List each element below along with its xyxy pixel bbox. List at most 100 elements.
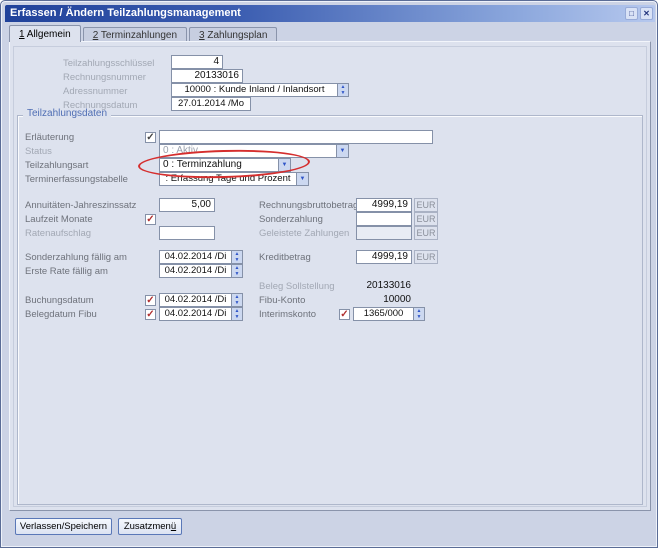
spin-down-icon[interactable]: ▼ (338, 90, 348, 96)
zusatzmenu-button[interactable]: Zusatzmenü (118, 518, 182, 535)
ratenaufschlag-label: Ratenaufschlag (25, 227, 91, 240)
erlaeuterung-value (160, 131, 432, 143)
belegdatum-fibu-date-field[interactable]: 04.02.2014 /Di ▲▼ (159, 307, 243, 321)
tab-allgemein[interactable]: 1 Allgemein (9, 25, 81, 42)
date-spinner[interactable]: ▲▼ (231, 294, 242, 306)
status-select[interactable]: 0 : Aktiv ▼ (159, 144, 349, 158)
verlassen-speichern-button[interactable]: Verlassen/Speichern (15, 518, 112, 535)
dock-icon[interactable]: □ (625, 7, 638, 20)
rechnungsdatum-value: 27.01.2014 /Mo (172, 98, 250, 110)
sonderzahlung-faellig-label: Sonderzahlung fällig am (25, 251, 127, 264)
interimskonto-field[interactable]: 1365/000 ▲▼ (353, 307, 425, 321)
sonderzahlung-label: Sonderzahlung (259, 213, 323, 226)
tab-zahlungsplan[interactable]: 3 Zahlungsplan (189, 27, 277, 42)
zusatzmenu-mnemonic: ü (171, 521, 176, 532)
belegdatum-fibu-checkbox[interactable]: ✓ (145, 309, 156, 320)
interimskonto-value: 1365/000 (354, 308, 413, 320)
status-value: 0 : Aktiv (160, 145, 336, 157)
sonderzahlung-faellig-date-field[interactable]: 04.02.2014 /Di ▲▼ (159, 250, 243, 264)
kreditbetrag-field[interactable]: 4999,19 (356, 250, 412, 264)
kreditbetrag-unit: EUR (414, 250, 438, 264)
tab-zahlungsplan-label: Zahlungsplan (205, 30, 268, 41)
spin-down-icon[interactable]: ▼ (232, 300, 242, 306)
annuitaeten-field[interactable]: 5,00 (159, 198, 215, 212)
rechnungsnummer-label: Rechnungsnummer (63, 71, 146, 84)
sonderzahlung-faellig-value: 04.02.2014 /Di (160, 251, 231, 263)
ratenaufschlag-field[interactable] (159, 226, 215, 240)
close-icon[interactable]: ✕ (640, 7, 653, 20)
check-icon: ✓ (146, 132, 154, 143)
terminerfassungstabelle-select[interactable]: : Erfassung Tage und Prozent ▼ (159, 172, 309, 186)
laufzeit-monate-checkbox[interactable]: ✓ (145, 214, 156, 225)
adressnummer-field[interactable]: 10000 : Kunde Inland / Inlandsort ▲▼ (171, 83, 349, 97)
annuitaeten-label: Annuitäten-Jahreszinssatz (25, 199, 136, 212)
kreditbetrag-label: Kreditbetrag (259, 251, 311, 264)
chevron-down-icon[interactable]: ▼ (336, 145, 348, 157)
teilzahlungsschluessel-label: Teilzahlungsschlüssel (63, 57, 154, 70)
spin-down-icon[interactable]: ▼ (232, 257, 242, 263)
check-icon: ✓ (146, 309, 154, 320)
spin-down-icon[interactable]: ▼ (232, 271, 242, 277)
check-icon: ✓ (146, 295, 154, 306)
beleg-sollstellung-label: Beleg Sollstellung (259, 280, 335, 293)
belegdatum-fibu-value: 04.02.2014 /Di (160, 308, 231, 320)
buchungsdatum-value: 04.02.2014 /Di (160, 294, 231, 306)
rechnungsbruttobetrag-label: Rechnungsbruttobetrag (259, 199, 358, 212)
date-spinner[interactable]: ▲▼ (231, 251, 242, 263)
erste-rate-date-field[interactable]: 04.02.2014 /Di ▲▼ (159, 264, 243, 278)
adressnummer-value: 10000 : Kunde Inland / Inlandsort (172, 84, 337, 96)
status-label: Status (25, 145, 52, 158)
annuitaeten-value: 5,00 (160, 199, 214, 211)
rechnungsnummer-field[interactable]: 20133016 (171, 69, 243, 83)
belegdatum-fibu-label: Belegdatum Fibu (25, 308, 97, 321)
erlaeuterung-edit-checkbox[interactable]: ✓ (145, 132, 156, 143)
sonderzahlung-value (357, 213, 411, 225)
check-icon: ✓ (146, 214, 154, 225)
tab-terminzahlungen-label: Terminzahlungen (98, 30, 177, 41)
tab-terminzahlungen[interactable]: 2 Terminzahlungen (83, 27, 187, 42)
ratenaufschlag-value (160, 227, 214, 239)
teilzahlungsart-label: Teilzahlungsart (25, 159, 88, 172)
buchungsdatum-date-field[interactable]: 04.02.2014 /Di ▲▼ (159, 293, 243, 307)
zusatzmenu-label: Zusatzmen (124, 521, 171, 532)
sonderzahlung-field[interactable] (356, 212, 412, 226)
geleistete-zahlungen-label: Geleistete Zahlungen (259, 227, 349, 240)
teilzahlungsart-select[interactable]: 0 : Terminzahlung ▼ (159, 158, 291, 172)
adressnummer-label: Adressnummer (63, 85, 127, 98)
window-title: Erfassen / Ändern Teilzahlungsmanagement (10, 7, 241, 19)
geleistete-zahlungen-unit: EUR (414, 226, 438, 240)
rechnungsbruttobetrag-value: 4999,19 (357, 199, 411, 211)
terminerfassungstabelle-value: : Erfassung Tage und Prozent (160, 173, 296, 185)
interimskonto-spinner[interactable]: ▲▼ (413, 308, 424, 320)
teilzahlungsart-value: 0 : Terminzahlung (160, 159, 278, 171)
chevron-down-icon[interactable]: ▼ (296, 173, 308, 185)
spin-down-icon[interactable]: ▼ (232, 314, 242, 320)
rechnungsbruttobetrag-field[interactable]: 4999,19 (356, 198, 412, 212)
geleistete-zahlungen-field (356, 226, 412, 240)
teilzahlungsschluessel-field[interactable]: 4 (171, 55, 223, 69)
adressnummer-spinner[interactable]: ▲▼ (337, 84, 348, 96)
check-icon: ✓ (340, 309, 348, 320)
interimskonto-label: Interimskonto (259, 308, 316, 321)
buchungsdatum-label: Buchungsdatum (25, 294, 94, 307)
rechnungsnummer-value: 20133016 (172, 70, 242, 82)
kreditbetrag-value: 4999,19 (357, 251, 411, 263)
rechnungsdatum-field[interactable]: 27.01.2014 /Mo (171, 97, 251, 111)
rechnungsdatum-label: Rechnungsdatum (63, 99, 137, 112)
tab-strip: 1 Allgemein 2 Terminzahlungen 3 Zahlungs… (9, 25, 279, 42)
erlaeuterung-input[interactable] (159, 130, 433, 144)
date-spinner[interactable]: ▲▼ (231, 265, 242, 277)
beleg-sollstellung-value: 20133016 (353, 280, 411, 291)
title-bar[interactable]: Erfassen / Ändern Teilzahlungsmanagement… (5, 5, 655, 22)
rechnungsbruttobetrag-unit: EUR (414, 198, 438, 212)
buchungsdatum-checkbox[interactable]: ✓ (145, 295, 156, 306)
geleistete-zahlungen-value (357, 227, 411, 239)
tab-allgemein-label: Allgemein (25, 29, 71, 40)
sonderzahlung-unit: EUR (414, 212, 438, 226)
chevron-down-icon[interactable]: ▼ (278, 159, 290, 171)
interimskonto-checkbox[interactable]: ✓ (339, 309, 350, 320)
date-spinner[interactable]: ▲▼ (231, 308, 242, 320)
laufzeit-monate-label: Laufzeit Monate (25, 213, 93, 226)
fibu-konto-label: Fibu-Konto (259, 294, 305, 307)
spin-down-icon[interactable]: ▼ (414, 314, 424, 320)
